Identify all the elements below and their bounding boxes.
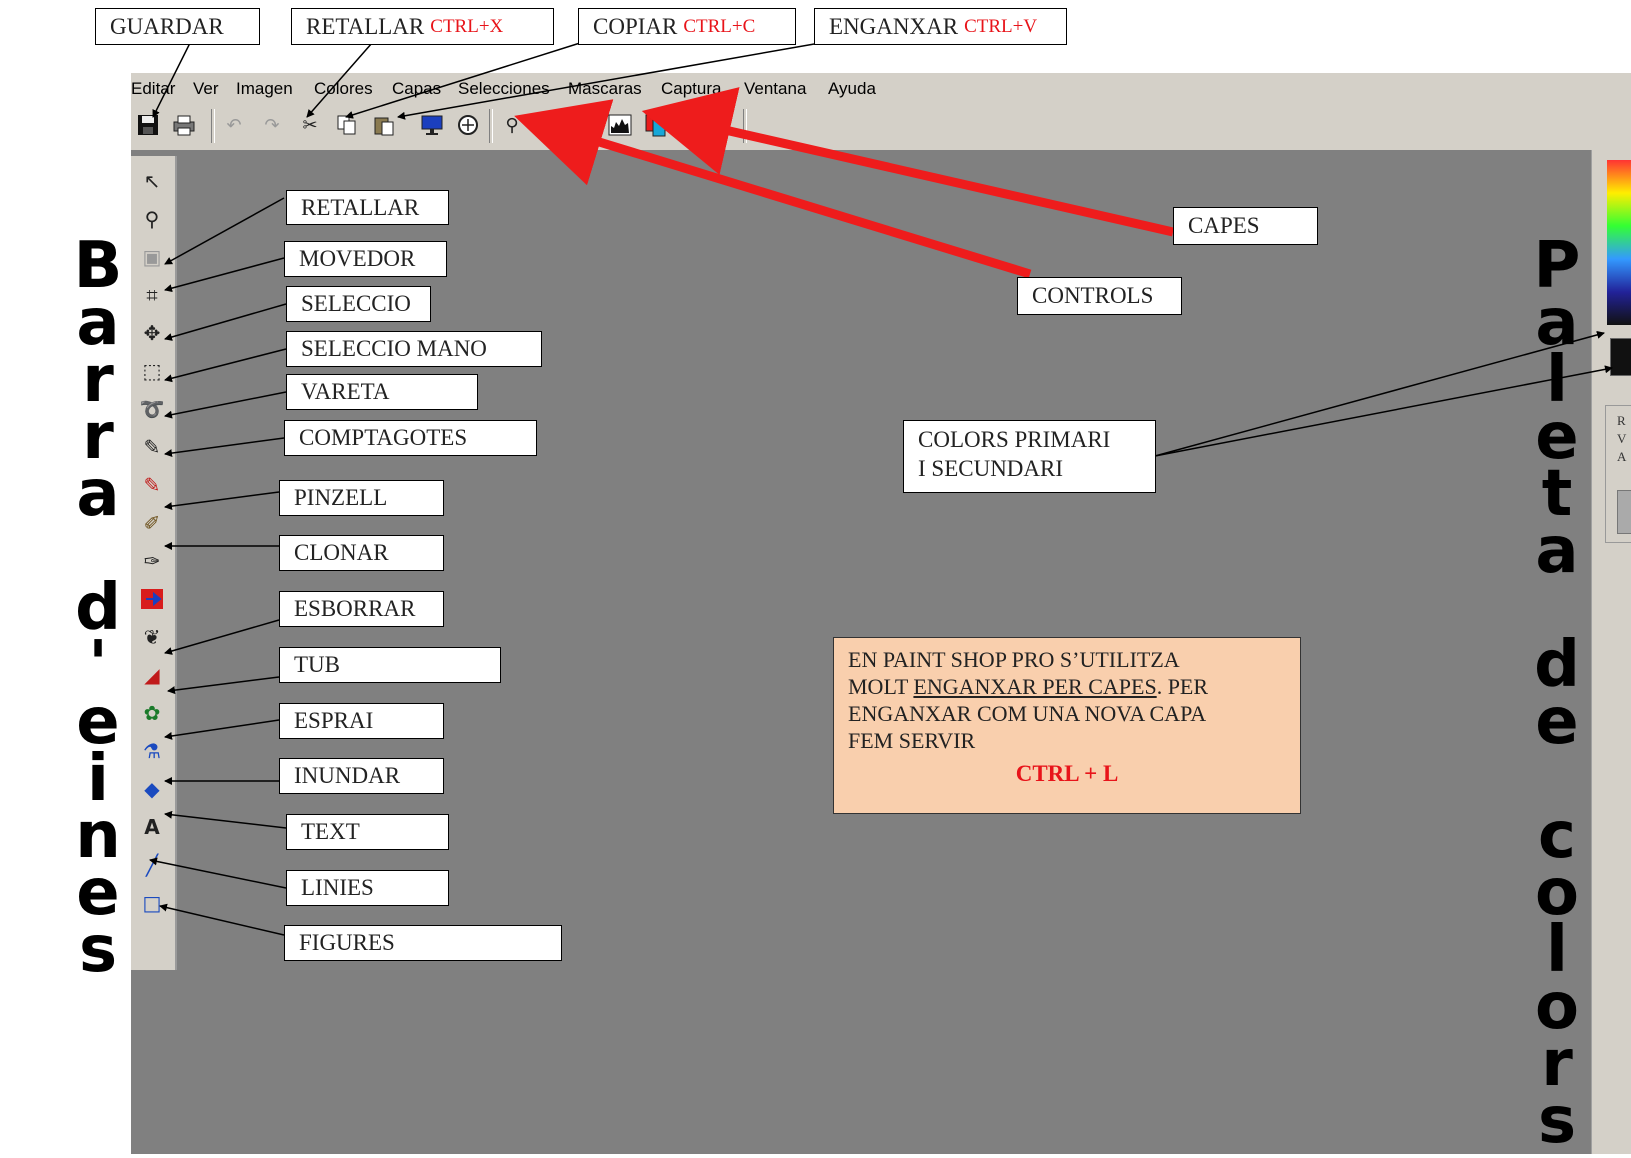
label-clonar: CLONAR: [279, 535, 444, 571]
shortcut-ctrl-x: CTRL+X: [430, 15, 504, 37]
label-guardar-text: GUARDAR: [110, 13, 224, 39]
label-enganxar: ENGANXAR CTRL+V: [814, 8, 1067, 45]
label-controls: CONTROLS: [1017, 277, 1182, 315]
shortcut-ctrl-c: CTRL+C: [683, 15, 756, 37]
label-colors-primari: COLORS PRIMARI I SECUNDARI: [903, 420, 1156, 493]
label-seleccio-mano: SELECCIO MANO: [286, 331, 542, 367]
label-esborrar-text: ESBORRAR: [294, 596, 416, 621]
note-line4: FEM SERVIR: [848, 728, 976, 753]
label-movedor: MOVEDOR: [284, 241, 447, 277]
label-tub-text: TUB: [294, 652, 340, 677]
label-retallar-text: RETALLAR: [301, 194, 420, 220]
label-capes-text: CAPES: [1188, 213, 1260, 238]
shortcut-ctrl-v: CTRL+V: [964, 15, 1038, 37]
label-enganxar-text: ENGANXAR: [829, 13, 959, 39]
label-tub: TUB: [279, 647, 501, 683]
label-pinzell-text: PINZELL: [294, 485, 388, 510]
note-shortcut-ctrl-l: CTRL + L: [1015, 761, 1119, 786]
label-retallar-top-text: RETALLAR: [306, 13, 425, 39]
label-colors-line2: I SECUNDARI: [918, 456, 1064, 481]
note-line3: ENGANXAR COM UNA NOVA CAPA: [848, 701, 1207, 726]
label-retallar-top: RETALLAR CTRL+X: [291, 8, 554, 45]
note-line2-suffix: . PER: [1156, 674, 1209, 699]
label-text-text: TEXT: [301, 819, 360, 844]
label-pinzell: PINZELL: [279, 480, 444, 516]
label-retallar: RETALLAR: [286, 190, 449, 225]
label-inundar-text: INUNDAR: [294, 763, 401, 788]
label-copiar-text: COPIAR: [593, 13, 678, 39]
note-line2-prefix: MOLT: [848, 674, 914, 699]
label-esprai: ESPRAI: [279, 703, 444, 739]
annotation-arrows: [149, 42, 1613, 936]
label-inundar: INUNDAR: [279, 758, 444, 794]
label-movedor-text: MOVEDOR: [299, 246, 416, 271]
label-text: TEXT: [286, 814, 449, 850]
label-controls-text: CONTROLS: [1032, 283, 1154, 308]
label-capes: CAPES: [1173, 207, 1318, 245]
label-seleccio-mano-text: SELECCIO MANO: [301, 336, 487, 361]
label-comptagotes: COMPTAGOTES: [284, 420, 537, 456]
label-esprai-text: ESPRAI: [294, 708, 374, 733]
label-linies: LINIES: [286, 870, 449, 906]
label-esborrar: ESBORRAR: [279, 591, 444, 627]
label-vareta-text: VARETA: [301, 379, 390, 404]
label-figures-text: FIGURES: [299, 930, 395, 955]
label-guardar: GUARDAR: [95, 8, 260, 45]
label-figures: FIGURES: [284, 925, 562, 961]
label-seleccio-text: SELECCIO: [301, 291, 411, 316]
label-copiar: COPIAR CTRL+C: [578, 8, 796, 45]
note-line1: EN PAINT SHOP PRO S’UTILITZA: [848, 647, 1180, 672]
label-seleccio: SELECCIO: [286, 286, 431, 322]
label-clonar-text: CLONAR: [294, 540, 389, 565]
label-comptagotes-text: COMPTAGOTES: [299, 425, 468, 450]
label-linies-text: LINIES: [301, 875, 374, 900]
note-line2-underlined: ENGANXAR PER CAPES: [913, 674, 1157, 699]
label-vareta: VARETA: [286, 374, 478, 410]
paste-layers-note: EN PAINT SHOP PRO S’UTILITZA MOLT ENGANX…: [833, 637, 1301, 814]
label-colors-line1: COLORS PRIMARI: [918, 427, 1111, 452]
